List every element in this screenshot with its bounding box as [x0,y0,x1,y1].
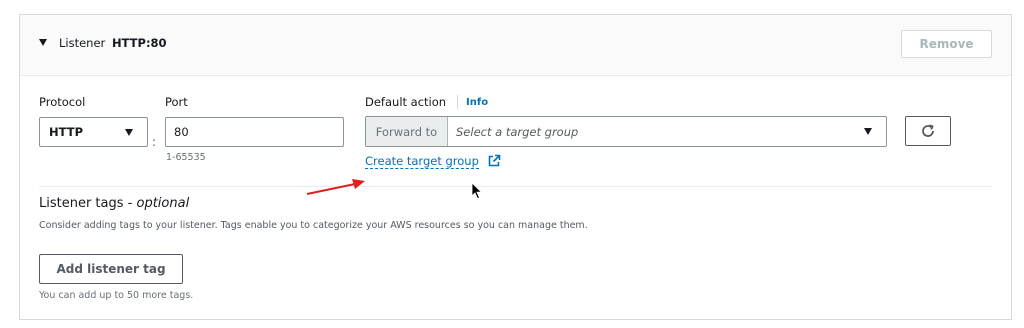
port-value: 80 [174,125,189,139]
tags-section-title: Listener tags - optional [39,196,189,211]
caret-down-icon [864,128,872,135]
caret-down-icon [125,129,133,136]
protocol-select[interactable]: HTTP [39,117,148,147]
target-group-select[interactable]: Forward to Select a target group [365,116,887,147]
create-target-group-link[interactable]: Create target group [365,154,479,169]
default-action-label: Default action [365,95,447,109]
caret-down-icon[interactable] [39,39,47,46]
listener-header[interactable]: Listener HTTP:80 Remove [20,15,1011,76]
port-range-hint: 1-65535 [166,152,206,163]
port-label: Port [165,95,188,109]
listener-value: HTTP:80 [111,36,167,50]
tags-optional-label: optional [136,196,190,211]
protocol-label: Protocol [39,95,86,109]
port-input[interactable]: 80 [165,117,344,147]
refresh-icon [922,124,934,137]
info-divider [457,95,458,109]
tags-limit-hint: You can add up to 50 more tags. [39,290,194,301]
target-group-placeholder: Select a target group [456,125,579,139]
forward-to-label: Forward to [366,117,448,146]
tags-description: Consider adding tags to your listener. T… [39,220,588,231]
protocol-selected-value: HTTP [49,125,84,139]
external-link-icon[interactable] [488,154,501,167]
listener-panel: Listener HTTP:80 Remove Protocol HTTP : … [19,14,1012,320]
remove-button[interactable]: Remove [901,30,992,58]
listener-label: Listener [59,36,106,50]
listener-title: Listener HTTP:80 [59,36,167,50]
add-listener-tag-button[interactable]: Add listener tag [39,254,183,284]
red-arrow-icon [306,179,365,195]
port-separator: : [152,135,157,149]
info-link[interactable]: Info [466,97,488,108]
mouse-pointer-icon [471,182,483,200]
section-divider [39,186,992,187]
tags-title-text: Listener tags - [39,196,133,211]
refresh-button[interactable] [905,116,951,146]
